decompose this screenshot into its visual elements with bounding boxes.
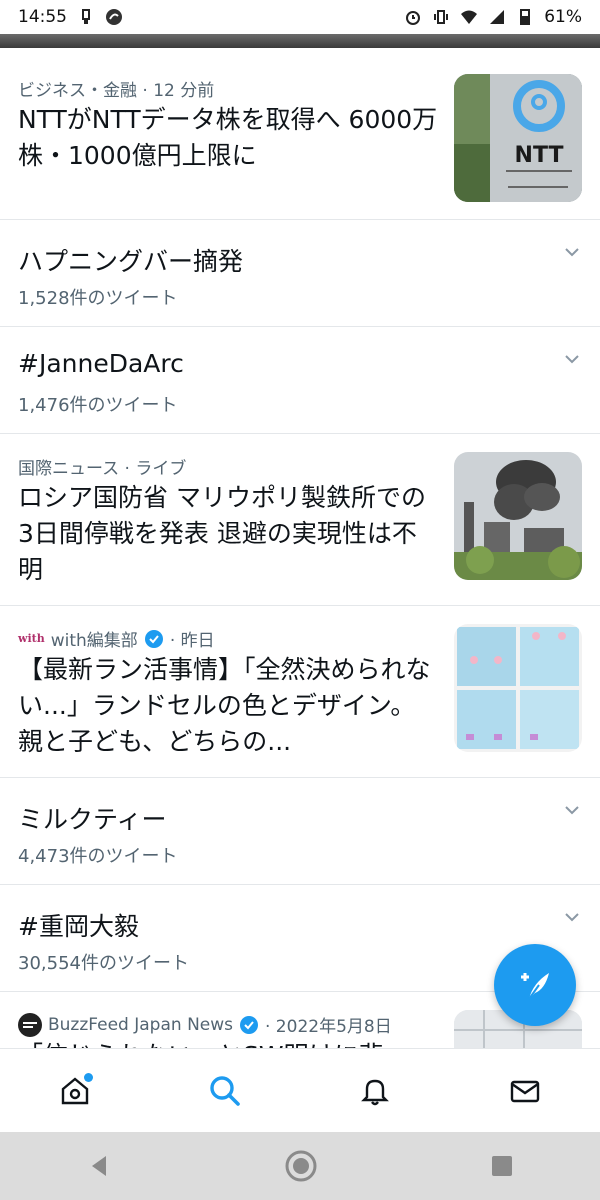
trend-item[interactable]: #JanneDaArc 1,476件のツイート: [0, 327, 600, 434]
news-item[interactable]: 国際ニュース · ライブ ロシア国防省 マリウポリ製鉄所での3日間停戦を発表 退…: [0, 434, 600, 606]
news-headline: NTTがNTTデータ株を取得へ 6000万株・1000億円上限に: [18, 105, 438, 170]
trend-tweet-count: 1,528件のツイート: [18, 288, 178, 309]
news-meta: 国際ニュース · ライブ: [18, 459, 187, 479]
new-content-dot: [84, 1072, 93, 1082]
mail-icon: [510, 1080, 540, 1102]
tab-search[interactable]: [195, 1061, 255, 1121]
search-icon: [210, 1075, 240, 1106]
usb-icon: [82, 9, 90, 24]
news-item[interactable]: ビジネス・金融 · 12 分前 NTTがNTTデータ株を取得へ 6000万株・1…: [0, 48, 600, 220]
android-nav-bar: [0, 1132, 600, 1200]
news-thumbnail[interactable]: [454, 452, 582, 580]
status-bar: 14:55 61%: [0, 0, 600, 34]
source-logo: with: [18, 632, 45, 645]
tab-home[interactable]: [45, 1061, 105, 1121]
buzzfeed-avatar: [18, 1012, 42, 1037]
vibrate-icon: [434, 10, 449, 24]
trend-title: ハプニングバー摘発: [18, 247, 244, 276]
trend-title: #JanneDaArc: [18, 349, 184, 378]
bottom-tab-bar: [0, 1048, 600, 1132]
ntt-photo: NTT: [454, 74, 582, 202]
news-item[interactable]: with with編集部 · 昨日 【最新ラン活事情】「全然決められない...」…: [0, 606, 600, 778]
news-thumbnail[interactable]: [454, 624, 582, 752]
post-time: · 2022年5月8日: [265, 1017, 392, 1037]
alarm-icon: [406, 11, 421, 25]
battery-icon: [520, 9, 531, 25]
source-name: BuzzFeed Japan News: [48, 1014, 233, 1035]
news-meta: with with編集部 · 昨日: [18, 626, 215, 651]
wifi-icon: [461, 10, 478, 24]
ntt-logo-text: NTT: [515, 143, 564, 168]
explore-feed[interactable]: ビジネス・金融 · 12 分前 NTTがNTTデータ株を取得へ 6000万株・1…: [0, 48, 600, 1048]
news-meta: ビジネス・金融 · 12 分前: [18, 81, 215, 101]
home-nav-icon[interactable]: [283, 1148, 319, 1184]
post-time: · 昨日: [169, 631, 215, 651]
app-notification-icon: [106, 9, 122, 25]
recents-icon[interactable]: [488, 1152, 516, 1180]
bell-icon: [361, 1079, 389, 1105]
trend-tweet-count: 1,476件のツイート: [18, 395, 178, 416]
trend-item[interactable]: ハプニングバー摘発 1,528件のツイート: [0, 220, 600, 327]
steelworks-smoke-photo: [454, 452, 582, 580]
school-bag-photo: [454, 624, 582, 752]
news-meta: BuzzFeed Japan News · 2022年5月8日: [18, 1012, 392, 1037]
previous-item-image-edge: [0, 34, 600, 48]
verified-badge-icon: [144, 629, 163, 648]
tab-notifications[interactable]: [345, 1061, 405, 1121]
signal-icon: [490, 10, 505, 24]
status-time: 14:55: [18, 7, 67, 27]
trend-tweet-count: 4,473件のツイート: [18, 846, 178, 867]
verified-badge-icon: [240, 1015, 258, 1034]
trend-tweet-count: 30,554件のツイート: [18, 953, 189, 974]
chevron-down-icon[interactable]: [562, 907, 582, 927]
back-icon[interactable]: [84, 1151, 114, 1181]
compose-feather-icon: [521, 973, 549, 1000]
chevron-down-icon[interactable]: [562, 242, 582, 262]
chevron-down-icon[interactable]: [562, 800, 582, 820]
news-headline: 「信じられない」とSW明けに悲: [18, 1038, 438, 1048]
chevron-down-icon[interactable]: [562, 349, 582, 369]
trend-title: #重岡大毅: [18, 912, 139, 941]
tab-messages[interactable]: [495, 1061, 555, 1121]
news-thumbnail[interactable]: NTT: [454, 74, 582, 202]
source-name: with編集部: [50, 631, 138, 651]
compose-tweet-button[interactable]: [494, 944, 576, 1026]
battery-percent: 61%: [544, 7, 582, 27]
news-headline: 【最新ラン活事情】「全然決められない...」ランドセルの色とデザイン。親と子ども…: [18, 655, 431, 756]
news-headline: ロシア国防省 マリウポリ製鉄所での3日間停戦を発表 退避の実現性は不明: [18, 483, 426, 584]
trend-title: ミルクティー: [18, 805, 167, 834]
trend-item[interactable]: ミルクティー 4,473件のツイート: [0, 778, 600, 885]
